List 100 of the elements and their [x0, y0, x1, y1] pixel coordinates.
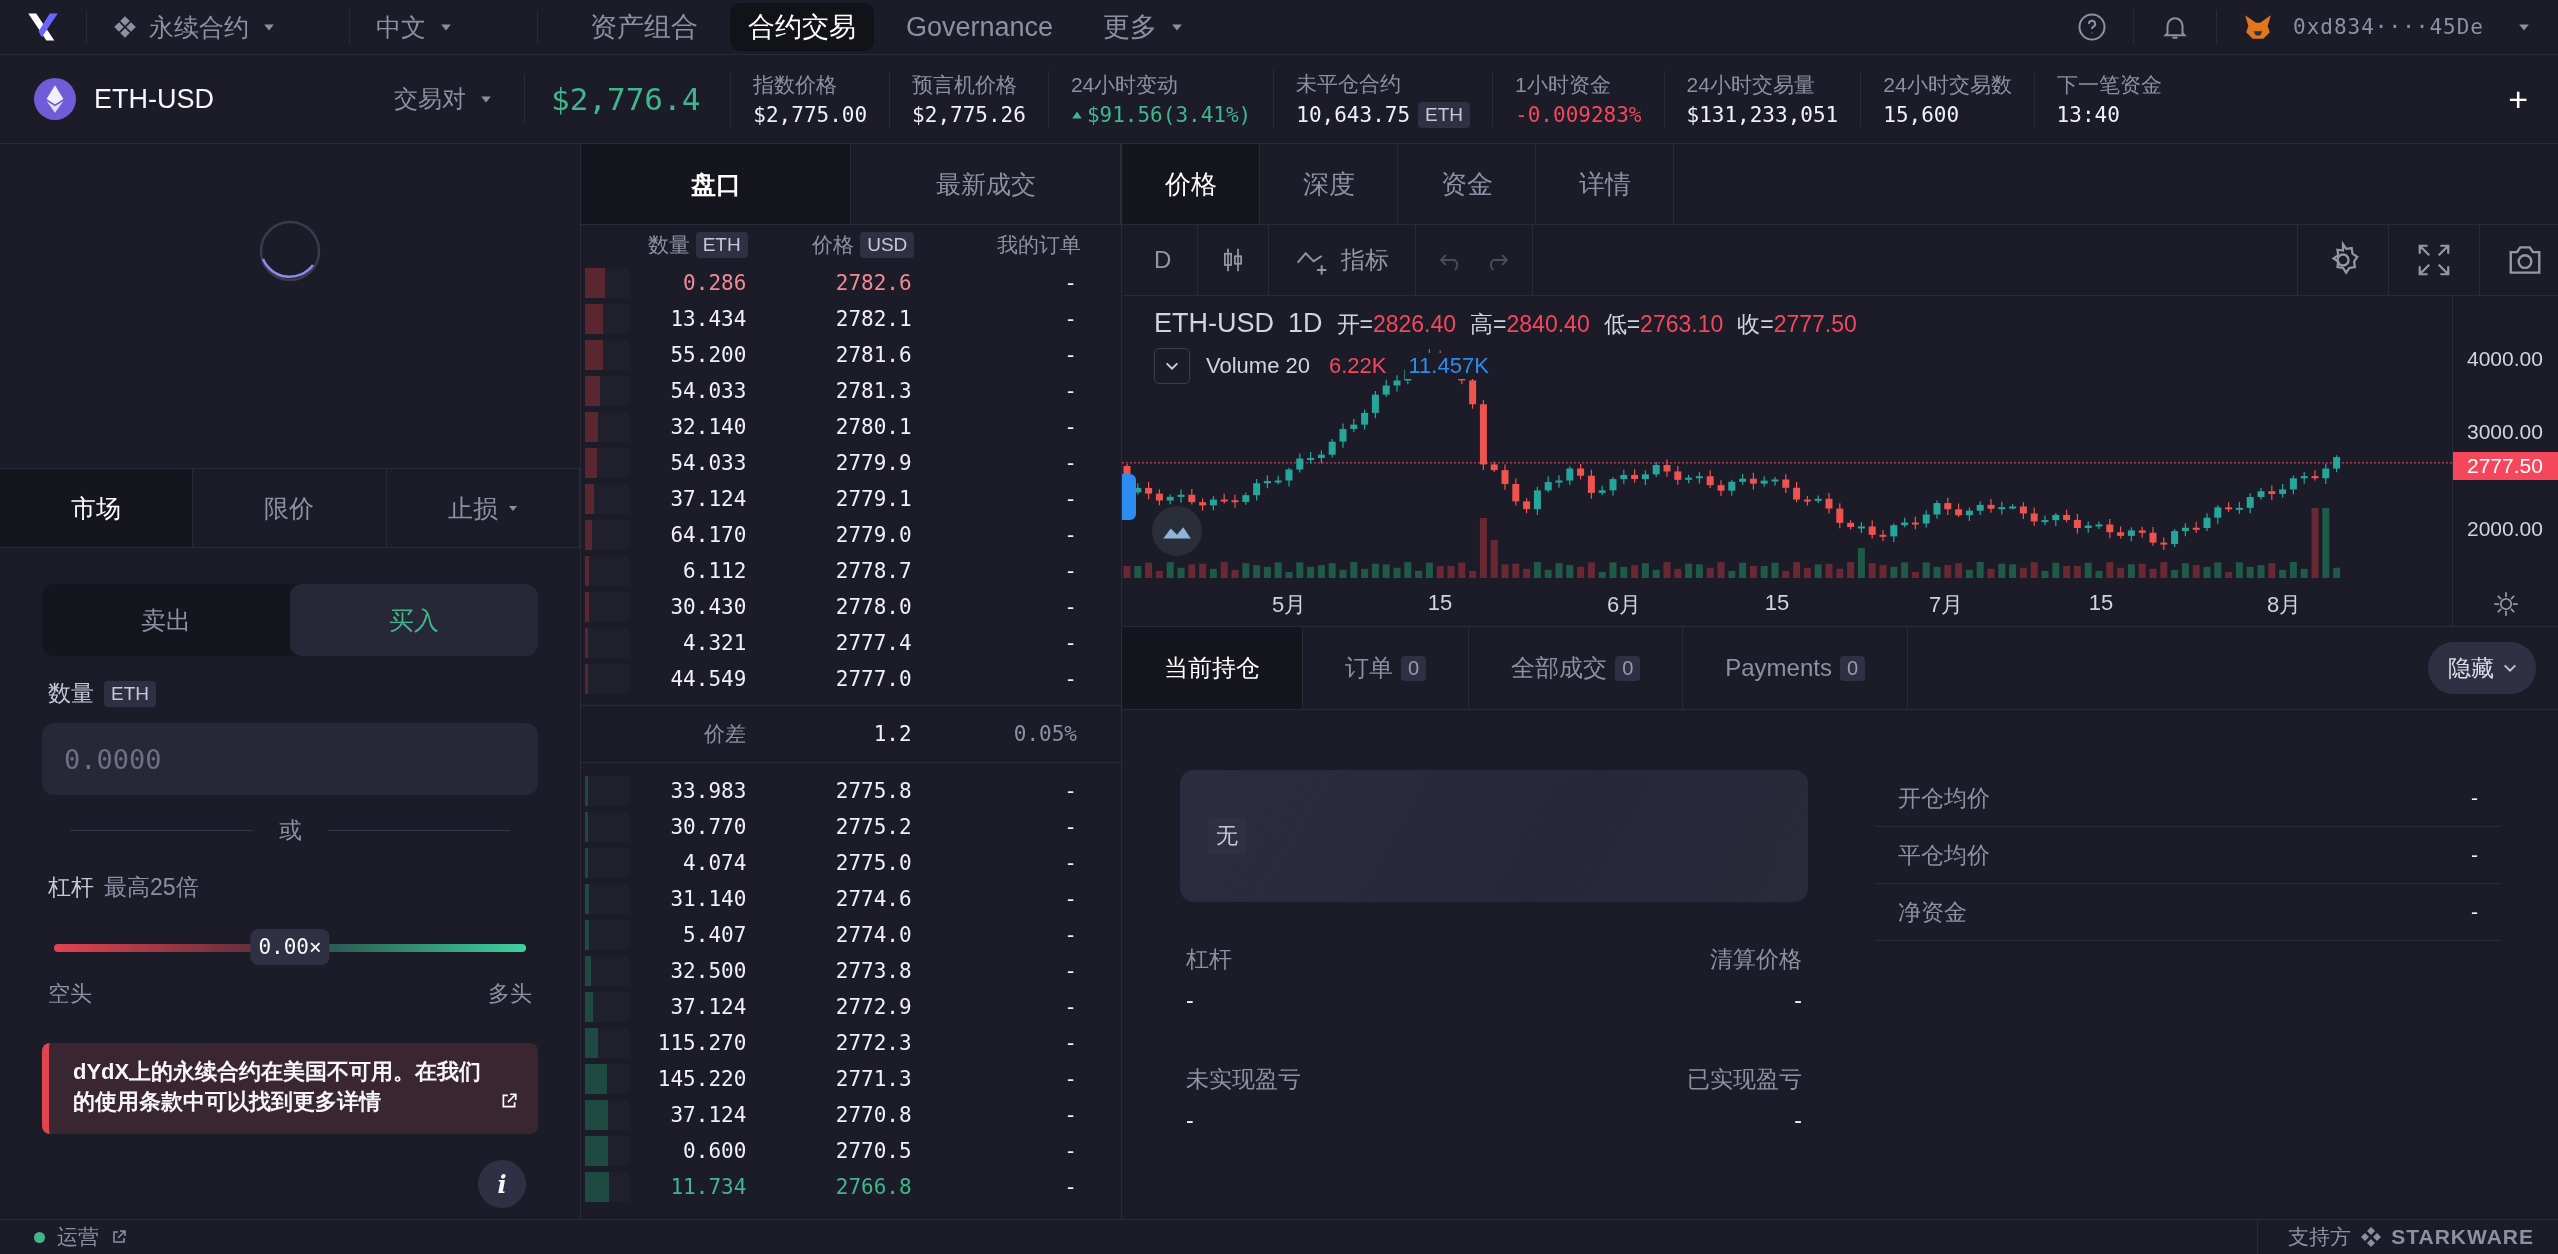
price-cell-text: 2779.9: [834, 451, 912, 475]
interval-button[interactable]: D: [1140, 246, 1186, 274]
indicators-button[interactable]: 指标: [1281, 244, 1404, 276]
chart-tab[interactable]: 深度: [1260, 144, 1398, 224]
order-type-tab[interactable]: 市场: [0, 469, 194, 547]
volume-label: Volume 20: [1206, 353, 1310, 379]
powered-by-label: 支持方: [2288, 1224, 2352, 1250]
orderbook-tab[interactable]: 盘口: [581, 144, 851, 224]
my-order-cell-text: -: [1063, 271, 1077, 295]
wallet-button[interactable]: 0xd834····45De: [2243, 13, 2530, 41]
my-order-cell-text: -: [1063, 415, 1077, 439]
my-order-cell-text: -: [1063, 779, 1077, 803]
price-cell-text: 2781.3: [834, 379, 912, 403]
my-order-cell-text: -: [1063, 995, 1077, 1019]
hide-button[interactable]: 隐藏: [2428, 642, 2536, 694]
size-cell-text: 5.407: [682, 923, 747, 947]
column-header: 数量: [647, 232, 690, 258]
price-cell-text: 2782.1: [834, 307, 912, 331]
status-label[interactable]: 运营: [57, 1223, 99, 1251]
order-type-tab[interactable]: 限价: [193, 469, 387, 547]
nav-link[interactable]: 更多: [1085, 3, 1202, 51]
slider-end-label: 空头: [48, 980, 92, 1008]
positions-tab[interactable]: 当前持仓: [1122, 627, 1303, 709]
stat-label: 1小时资金: [1515, 72, 1612, 98]
price-cell-text: 2774.6: [834, 887, 912, 911]
field-label: 杠杆: [1186, 945, 1233, 974]
stat-label: 24小时交易量: [1686, 72, 1816, 98]
unit-badge: USD: [860, 232, 915, 258]
or-divider-label: 或: [278, 816, 302, 845]
column-header: 价格: [812, 232, 855, 258]
market-type-dropdown[interactable]: 永续合约: [113, 10, 323, 44]
size-cell-text: 32.500: [669, 959, 747, 983]
size-cell-text: 30.430: [669, 595, 747, 619]
detail-value: -: [2471, 786, 2478, 810]
my-order-cell-text: -: [1063, 595, 1077, 619]
brightness-icon[interactable]: [2491, 590, 2520, 618]
field-value: -: [1794, 987, 1802, 1014]
positions-tab[interactable]: 全部成交 0: [1469, 627, 1684, 709]
nav-link[interactable]: 资产组合: [572, 3, 716, 51]
orderbook-tab[interactable]: 最新成交: [851, 144, 1121, 224]
price-cell-text: 2766.8: [834, 1175, 912, 1199]
column-header: 我的订单: [997, 232, 1081, 258]
chart-tab[interactable]: 价格: [1122, 144, 1260, 224]
my-order-cell-text: -: [1063, 887, 1077, 911]
add-button[interactable]: +: [2508, 79, 2528, 119]
leverage-hint: 最高25倍: [104, 873, 199, 902]
order-type-tab[interactable]: 止损: [386, 469, 580, 547]
size-cell-text: 4.321: [682, 631, 747, 655]
size-cell-text: 115.270: [656, 1031, 747, 1055]
price-cell-text: 2778.0: [834, 595, 912, 619]
info-button[interactable]: i: [478, 1160, 526, 1209]
help-icon[interactable]: [2077, 12, 2107, 42]
price-cell-text: 2777.0: [834, 667, 912, 691]
pair-dropdown[interactable]: 交易对: [394, 83, 492, 115]
chart-tab[interactable]: 资金: [1398, 144, 1536, 224]
ohlc-value: 收=2777.50: [1737, 310, 1857, 339]
collapse-button[interactable]: [1154, 348, 1190, 384]
field-label: 数量: [48, 679, 94, 708]
my-order-cell-text: -: [1063, 559, 1077, 583]
size-cell-text: 31.140: [669, 887, 747, 911]
side-toggle[interactable]: 卖出: [42, 584, 290, 656]
price-cell-text: 2775.2: [834, 815, 912, 839]
stat-label: 未平仓合约: [1296, 71, 1403, 97]
amount-field[interactable]: 0.0000: [42, 723, 538, 795]
stat-value: 13:40: [2056, 103, 2120, 127]
last-price: $2,776.4: [551, 81, 701, 117]
my-order-cell-text: -: [1063, 1103, 1077, 1127]
leverage-slider[interactable]: 0.00×: [54, 927, 526, 969]
language-dropdown[interactable]: 中文: [376, 10, 511, 44]
chart-tab[interactable]: 详情: [1536, 144, 1674, 224]
detail-label: 开仓均价: [1898, 783, 1990, 813]
positions-tab[interactable]: Payments 0: [1683, 627, 1909, 709]
price-cell-text: 2770.5: [834, 1139, 912, 1163]
price-cell-text: 2772.3: [834, 1031, 912, 1055]
logo-icon[interactable]: [26, 12, 60, 42]
stat-value: -0.009283%: [1515, 103, 1642, 127]
ohlc-value: 开=2826.40: [1336, 310, 1457, 339]
nav-link[interactable]: 合约交易: [730, 3, 874, 51]
triangle-up-icon: [1070, 109, 1083, 121]
size-cell-text: 33.983: [669, 779, 747, 803]
x-axis-label: 7月: [1927, 591, 1965, 619]
ohlc-value: 高=2840.40: [1470, 310, 1590, 339]
side-panel-handle[interactable]: [1122, 474, 1136, 520]
size-cell-text: 54.033: [669, 379, 747, 403]
nav-link[interactable]: Governance: [888, 3, 1072, 51]
positions-tab[interactable]: 订单 0: [1303, 627, 1470, 709]
unit-badge: ETH: [1418, 102, 1471, 128]
detail-value: -: [2471, 843, 2478, 867]
slider-thumb[interactable]: 0.00×: [250, 929, 330, 965]
my-order-cell-text: -: [1063, 1175, 1077, 1199]
field-label: 已实现盈亏: [1687, 1065, 1802, 1094]
field-value: -: [1186, 1107, 1195, 1134]
size-cell-text: 44.549: [669, 667, 747, 691]
spread-percent: 0.05%: [1012, 722, 1077, 746]
field-value: -: [1186, 987, 1195, 1014]
side-toggle[interactable]: 买入: [290, 584, 538, 656]
my-order-cell-text: -: [1063, 1067, 1077, 1091]
slider-end-label: 多头: [488, 980, 532, 1008]
y-axis-label: 2000.00: [2467, 517, 2543, 541]
diamonds-icon: [113, 15, 137, 39]
